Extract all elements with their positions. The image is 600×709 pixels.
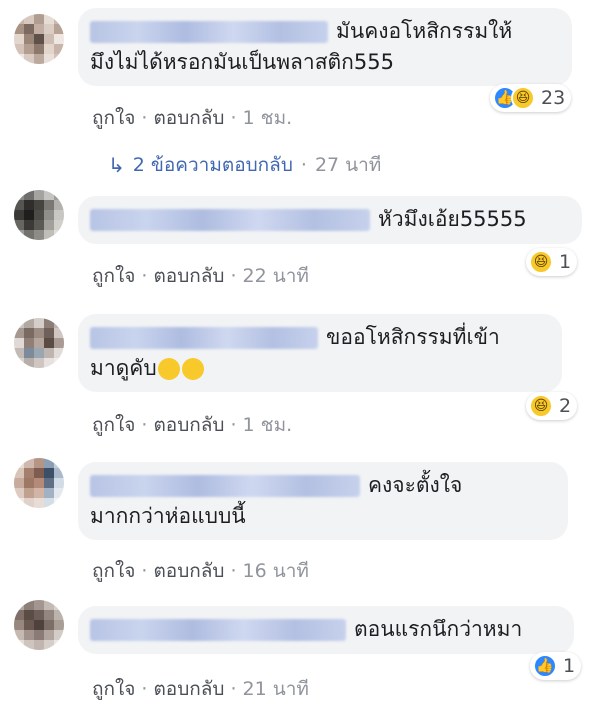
- avatar[interactable]: [14, 190, 64, 240]
- timestamp[interactable]: 1 ชม.: [243, 414, 293, 436]
- comment-actions: ถูกใจ · ตอบกลับ · 22 นาที: [92, 265, 309, 287]
- reaction-summary[interactable]: 😆 2: [526, 392, 578, 420]
- haha-icon: 😆: [529, 394, 553, 418]
- timestamp[interactable]: 21 นาที: [243, 678, 309, 700]
- reaction-summary[interactable]: 👍 😆 23: [490, 84, 572, 112]
- comment-text-line: ขออโหสิกรรมที่เข้า: [326, 325, 500, 349]
- comment-actions: ถูกใจ · ตอบกลับ · 21 นาที: [92, 678, 309, 700]
- like-link[interactable]: ถูกใจ: [92, 560, 135, 582]
- reaction-count: 2: [559, 395, 572, 417]
- comment-text-line: ตอนแรกนึกว่าหมา: [354, 617, 523, 641]
- avatar[interactable]: [14, 14, 64, 64]
- avatar[interactable]: [14, 318, 64, 368]
- haha-icon: 😆: [529, 250, 553, 274]
- blurred-author-name[interactable]: [90, 475, 360, 497]
- timestamp[interactable]: 22 นาที: [243, 265, 309, 287]
- reply-link[interactable]: ตอบกลับ: [153, 414, 224, 436]
- reaction-summary[interactable]: 👍 1: [530, 652, 582, 680]
- comment-text-line: คงจะตั้งใจ: [368, 473, 463, 497]
- reply-arrow-icon: ↳: [108, 153, 125, 177]
- blurred-author-name[interactable]: [90, 209, 370, 231]
- comment-bubble: คงจะตั้งใจ มากกว่าห่อแบบนี้: [78, 462, 568, 540]
- comment-actions: ถูกใจ · ตอบกลับ · 1 ชม.: [92, 107, 293, 129]
- reaction-count: 1: [563, 655, 576, 677]
- reaction-count: 1: [559, 251, 572, 273]
- comment-bubble: ขออโหสิกรรมที่เข้า มาดูคับ: [78, 314, 562, 392]
- reaction-summary[interactable]: 😆 1: [526, 248, 578, 276]
- like-link[interactable]: ถูกใจ: [92, 678, 135, 700]
- reply-link[interactable]: ตอบกลับ: [153, 265, 224, 287]
- comment-bubble: มันคงอโหสิกรรมให้ มึงไม่ได้หรอกมันเป็นพล…: [78, 8, 572, 86]
- replies-time: 27 นาที: [314, 154, 382, 176]
- comment-bubble: ตอนแรกนึกว่าหมา: [78, 606, 574, 654]
- reaction-count: 23: [541, 87, 566, 109]
- blurred-author-name[interactable]: [90, 327, 318, 349]
- avatar[interactable]: [14, 600, 64, 650]
- reply-link[interactable]: ตอบกลับ: [153, 107, 224, 129]
- timestamp[interactable]: 1 ชม.: [243, 107, 293, 129]
- reply-link[interactable]: ตอบกลับ: [153, 678, 224, 700]
- blurred-author-name[interactable]: [90, 619, 346, 641]
- like-link[interactable]: ถูกใจ: [92, 414, 135, 436]
- comment-text-line: มาดูคับ: [90, 356, 157, 380]
- reply-link[interactable]: ตอบกลับ: [153, 560, 224, 582]
- like-link[interactable]: ถูกใจ: [92, 107, 135, 129]
- comment-bubble: หัวมึงเอ้ย55555: [78, 196, 582, 244]
- comment-text-line: มึงไม่ได้หรอกมันเป็นพลาสติก555: [90, 50, 394, 74]
- replies-count-label[interactable]: 2 ข้อความตอบกลับ: [133, 150, 293, 180]
- avatar[interactable]: [14, 458, 64, 508]
- comment-actions: ถูกใจ · ตอบกลับ · 1 ชม.: [92, 414, 293, 436]
- comment-text-line: มันคงอโหสิกรรมให้: [336, 19, 513, 43]
- comment-text-line: มากกว่าห่อแบบนี้: [90, 504, 246, 528]
- like-icon: 👍: [533, 654, 557, 678]
- view-replies-link[interactable]: ↳ 2 ข้อความตอบกลับ · 27 นาที: [108, 150, 381, 180]
- like-link[interactable]: ถูกใจ: [92, 265, 135, 287]
- timestamp[interactable]: 16 นาที: [243, 560, 309, 582]
- comment-text-line: หัวมึงเอ้ย55555: [378, 207, 527, 231]
- tears-of-joy-emoji-icon: [157, 358, 180, 380]
- blurred-author-name[interactable]: [90, 21, 328, 43]
- smirking-face-emoji-icon: [181, 358, 204, 380]
- comment-actions: ถูกใจ · ตอบกลับ · 16 นาที: [92, 560, 309, 582]
- haha-icon: 😆: [511, 86, 535, 110]
